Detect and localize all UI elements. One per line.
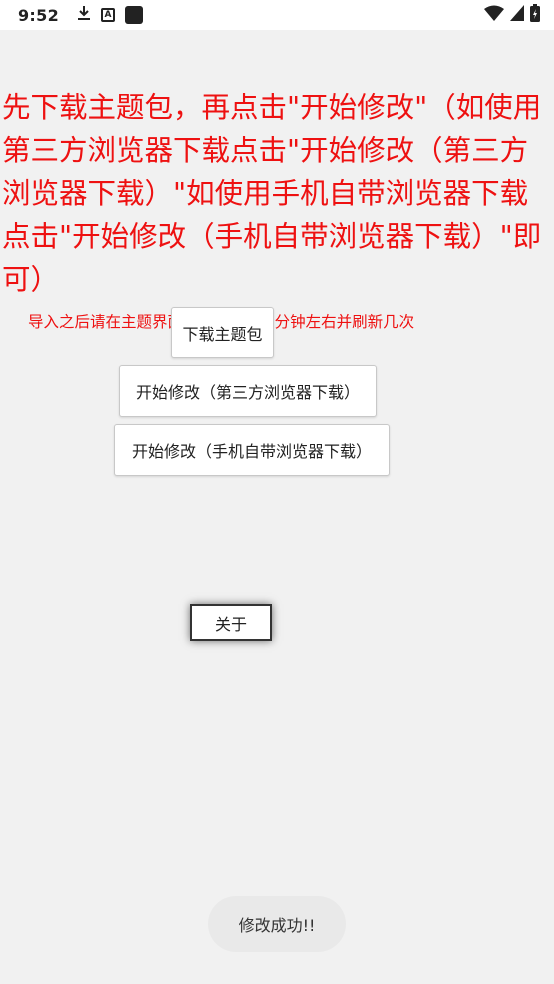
download-theme-button[interactable]: 下载主题包 xyxy=(171,307,274,358)
wifi-icon xyxy=(484,5,504,25)
status-left-icons: A xyxy=(77,5,143,25)
a-box-icon: A xyxy=(101,8,115,22)
instructions-text: 先下载主题包，再点击"开始修改"（如使用第三方浏览器下载点击"开始修改（第三方浏… xyxy=(2,91,542,296)
modify-third-party-button[interactable]: 开始修改（第三方浏览器下载） xyxy=(119,365,377,417)
about-button[interactable]: 关于 xyxy=(190,604,272,641)
signal-icon xyxy=(510,5,524,25)
status-time: 9:52 xyxy=(18,5,59,25)
battery-charging-icon xyxy=(530,4,540,26)
square-icon xyxy=(125,6,143,24)
status-right-icons xyxy=(484,4,540,26)
toast-message: 修改成功!! xyxy=(208,896,346,952)
download-icon xyxy=(77,5,91,25)
status-bar: 9:52 A xyxy=(0,0,554,30)
modify-builtin-browser-button[interactable]: 开始修改（手机自带浏览器下载） xyxy=(114,424,390,476)
